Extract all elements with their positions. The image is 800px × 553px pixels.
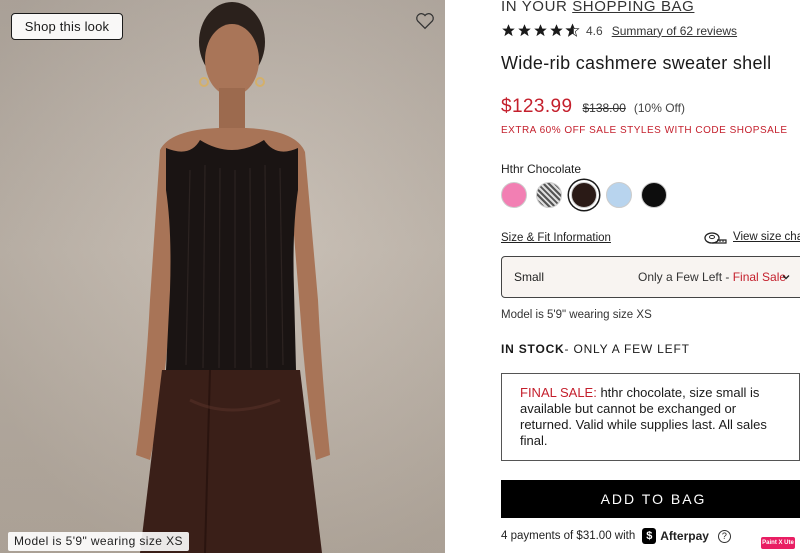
promo-message: EXTRA 60% OFF SALE STYLES WITH CODE SHOP… (501, 125, 788, 136)
star-icon (550, 24, 563, 37)
afterpay-text: 4 payments of $31.00 with (501, 530, 636, 542)
rating-row: 4.6 Summary of 62 reviews (501, 23, 737, 38)
swatch-light-blue[interactable] (606, 182, 632, 208)
stock-status: IN STOCK- ONLY A FEW LEFT (501, 342, 690, 356)
star-icon (502, 24, 515, 37)
model-size-note: Model is 5'9" wearing size XS (501, 309, 652, 321)
price-row: $123.99 $138.00 (10% Off) (501, 96, 685, 118)
shop-this-look-button[interactable]: Shop this look (11, 13, 123, 40)
star-icon (534, 24, 547, 37)
product-details: IN YOUR SHOPPING BAG 4.6 Summary of 62 r… (501, 0, 800, 553)
discount-percent: (10% Off) (633, 101, 686, 115)
size-fit-link[interactable]: Size & Fit Information (501, 232, 611, 244)
reviews-summary-link[interactable]: Summary of 62 reviews (612, 24, 737, 38)
stock-detail: - ONLY A FEW LEFT (564, 342, 690, 356)
final-sale-label: FINAL SALE: (520, 385, 597, 400)
size-availability-text: Only a Few Left - (638, 270, 733, 284)
swatch-hthr-chocolate[interactable] (571, 182, 597, 208)
shopping-bag-link[interactable]: SHOPPING BAG (572, 0, 694, 15)
sale-price: $123.99 (501, 96, 573, 117)
rating-value: 4.6 (586, 23, 603, 38)
selected-size: Small (514, 270, 545, 284)
view-size-chart-label: View size char (733, 231, 800, 243)
star-rating (501, 23, 580, 38)
stock-label: IN STOCK (501, 342, 565, 356)
swatch-pink[interactable] (501, 182, 527, 208)
add-to-bag-button[interactable]: ADD TO BAG (501, 480, 800, 518)
product-title: Wide-rib cashmere sweater shell (501, 53, 772, 73)
size-final-sale: Final Sale (732, 270, 787, 284)
afterpay-row: 4 payments of $31.00 with $ Afterpay ? (501, 528, 731, 544)
product-photo: Shop this look Model is 5'9" wearing siz… (0, 0, 445, 553)
afterpay-brand: Afterpay (660, 529, 709, 543)
size-availability: Only a Few Left - Final Sale (638, 270, 786, 284)
final-sale-notice: FINAL SALE: hthr chocolate, size small i… (501, 373, 800, 461)
photo-model-caption: Model is 5'9" wearing size XS (8, 532, 189, 551)
original-price: $138.00 (582, 101, 626, 115)
view-size-chart-link[interactable]: View size char (703, 229, 800, 245)
swatch-stripe[interactable] (536, 182, 562, 208)
bag-prefix: IN YOUR (501, 0, 573, 15)
tape-measure-icon (704, 232, 727, 244)
star-half-icon (565, 23, 580, 37)
color-swatches (501, 182, 667, 208)
chevron-down-icon (782, 275, 790, 280)
star-icon (518, 24, 531, 37)
size-dropdown[interactable]: Small Only a Few Left - Final Sale (501, 256, 800, 298)
afterpay-icon: $ (642, 528, 657, 544)
extension-badge[interactable]: Paint X Ute (761, 537, 795, 549)
color-name: Hthr Chocolate (501, 162, 582, 176)
in-bag-notice: IN YOUR SHOPPING BAG (501, 0, 694, 15)
afterpay-logo: $ Afterpay (642, 528, 709, 544)
model-figure (136, 2, 330, 553)
help-icon[interactable]: ? (717, 529, 731, 543)
heart-icon[interactable] (414, 10, 436, 32)
swatch-black[interactable] (641, 182, 667, 208)
